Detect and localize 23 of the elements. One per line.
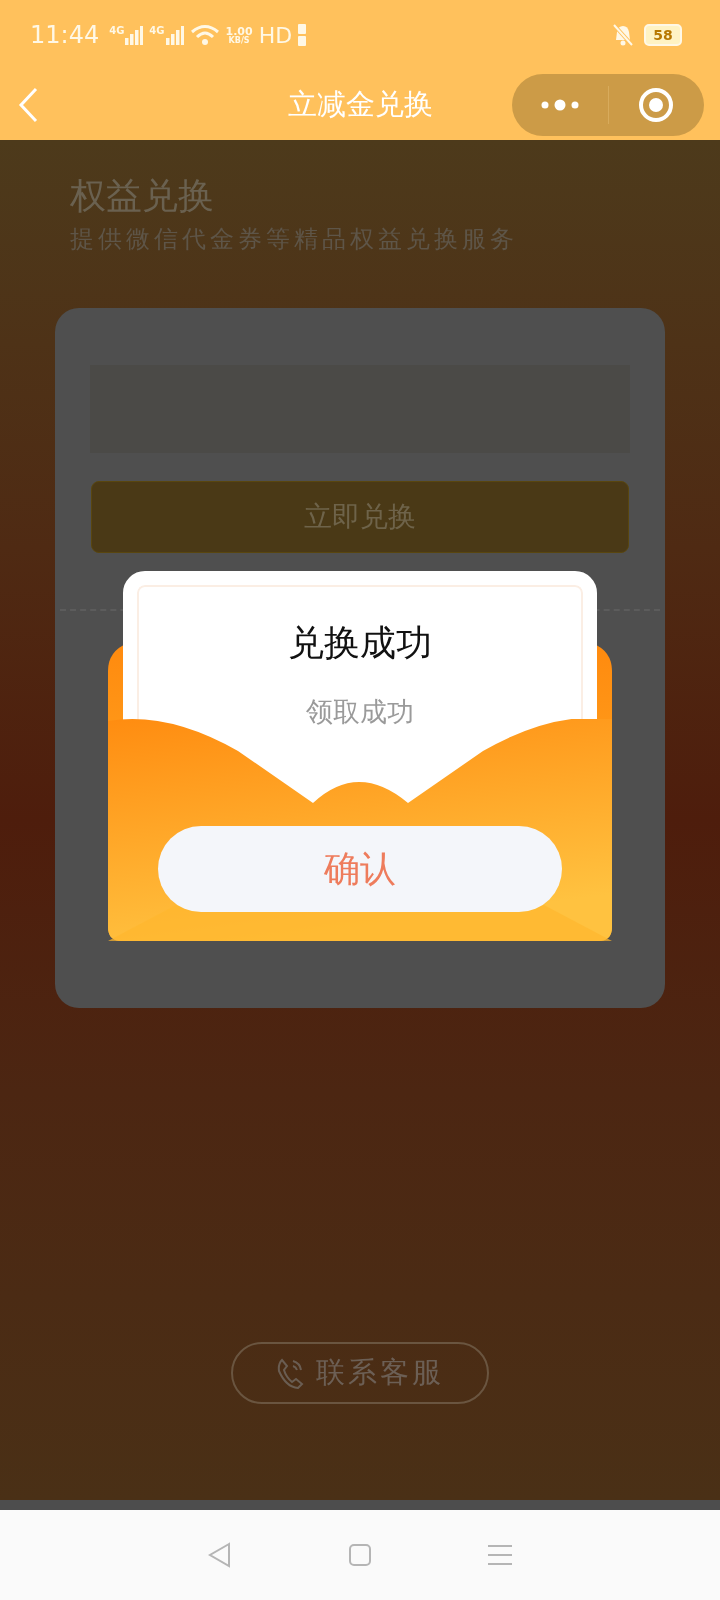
- hd-label: HD: [258, 22, 293, 48]
- signal-icon: [165, 25, 184, 45]
- more-icon: [540, 99, 579, 111]
- back-icon: [18, 87, 40, 123]
- contact-service-button[interactable]: 联系客服: [231, 1342, 489, 1404]
- back-button[interactable]: [18, 87, 40, 123]
- dialog-message: 领取成功: [306, 695, 414, 729]
- confirm-button[interactable]: 确认: [158, 826, 562, 912]
- wifi-icon: [189, 24, 220, 46]
- home-square-icon: [348, 1543, 372, 1567]
- speed-value: 1.00: [225, 25, 253, 37]
- dialog-title: 兑换成功: [288, 621, 432, 665]
- network-type-label: 4G: [109, 25, 125, 36]
- page-title: 立减金兑换: [287, 86, 433, 123]
- phone-icon: [276, 1357, 304, 1389]
- bell-muted-icon: [612, 23, 634, 47]
- menu-icon: [486, 1543, 513, 1567]
- battery-level: 58: [653, 27, 673, 43]
- status-time: 11:44: [30, 21, 100, 49]
- network-type-label: 4G: [149, 25, 165, 36]
- target-icon: [638, 87, 675, 123]
- signal-icon: [125, 25, 144, 45]
- speed-unit: KB/S: [228, 36, 250, 45]
